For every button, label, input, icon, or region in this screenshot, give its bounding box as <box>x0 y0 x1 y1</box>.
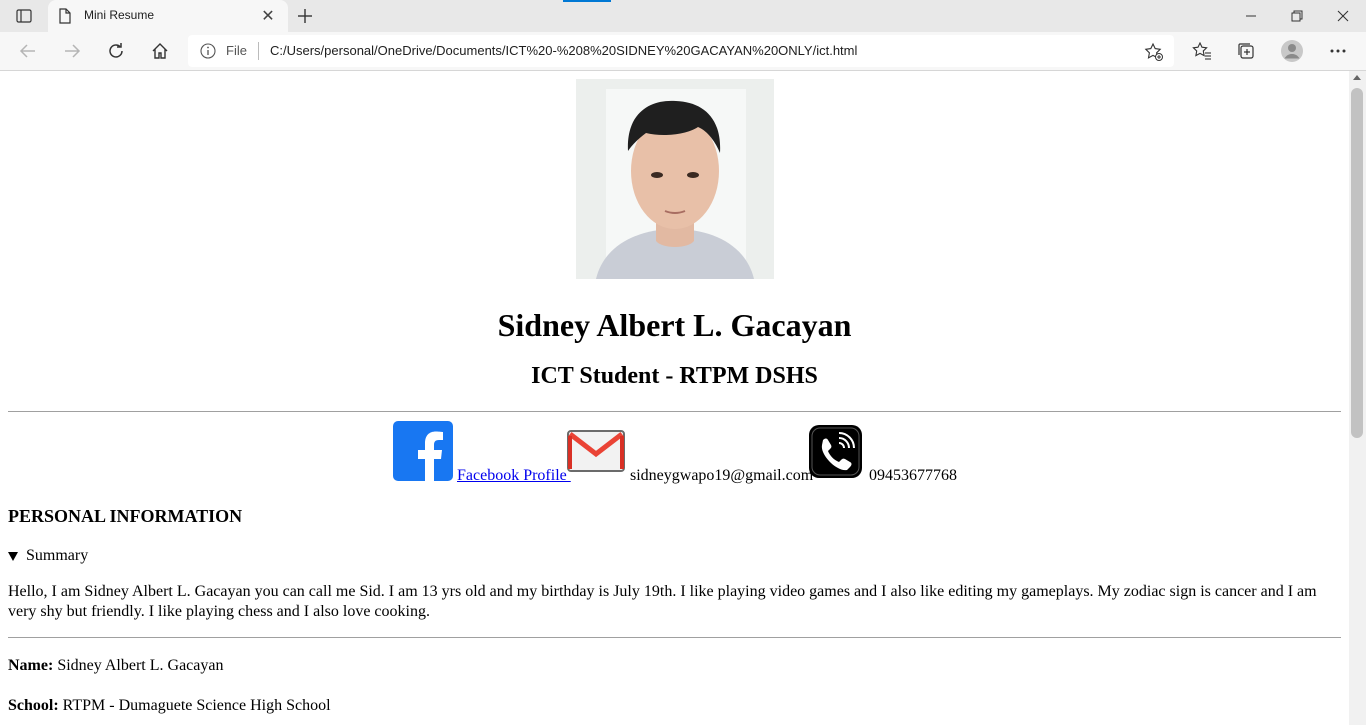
profile-avatar-icon[interactable] <box>1276 36 1308 66</box>
facebook-profile-link[interactable]: Facebook Profile <box>457 467 571 485</box>
tab-actions-icon[interactable] <box>10 5 38 27</box>
new-tab-icon[interactable] <box>294 5 316 27</box>
browser-toolbar: File C:/Users/personal/OneDrive/Document… <box>0 32 1366 71</box>
favorites-icon[interactable] <box>1186 36 1218 66</box>
address-separator <box>258 42 259 60</box>
detail-label: Name: <box>8 657 54 674</box>
window-close-icon[interactable] <box>1320 0 1366 32</box>
page-icon <box>58 8 74 24</box>
page-content: Sidney Albert L. Gacayan ICT Student - R… <box>0 71 1349 725</box>
address-file-label: File <box>226 43 247 58</box>
summary-label: Summary <box>26 547 89 564</box>
accent-strip <box>563 0 611 2</box>
profile-photo <box>576 79 774 279</box>
detail-value: RTPM - Dumaguete Science High School <box>58 697 331 714</box>
minimize-icon[interactable] <box>1228 0 1274 32</box>
forward-icon[interactable] <box>56 36 88 66</box>
scroll-thumb[interactable] <box>1351 88 1363 438</box>
vertical-scrollbar[interactable] <box>1349 71 1366 725</box>
scroll-up-arrow-icon[interactable] <box>1353 75 1361 80</box>
refresh-icon[interactable] <box>100 36 132 66</box>
restore-icon[interactable] <box>1274 0 1320 32</box>
address-bar[interactable]: File C:/Users/personal/OneDrive/Document… <box>188 35 1174 67</box>
detail-value: Sidney Albert L. Gacayan <box>53 657 224 674</box>
phone-icon <box>809 425 862 478</box>
home-icon[interactable] <box>144 36 176 66</box>
section-title: PERSONAL INFORMATION <box>8 506 243 526</box>
detail-label: School: <box>8 697 59 714</box>
resume-name: Sidney Albert L. Gacayan <box>497 307 852 343</box>
more-menu-icon[interactable] <box>1322 36 1354 66</box>
site-info-icon[interactable] <box>200 43 216 59</box>
tab-strip: Mini Resume ✕ <box>0 0 1366 32</box>
tab-title: Mini Resume <box>84 8 155 22</box>
detail-school-row: School: RTPM - Dumaguete Science High Sc… <box>8 697 331 715</box>
back-icon[interactable] <box>12 36 44 66</box>
resume-role: ICT Student - RTPM DSHS <box>531 363 818 389</box>
collections-icon[interactable] <box>1230 36 1262 66</box>
disclosure-triangle-icon <box>8 551 18 561</box>
divider <box>8 411 1341 412</box>
email-text: sidneygwapo19@gmail.com <box>630 467 814 484</box>
phone-text: 09453677768 <box>869 467 957 484</box>
facebook-icon[interactable] <box>393 421 453 481</box>
address-url[interactable]: C:/Users/personal/OneDrive/Documents/ICT… <box>270 43 857 58</box>
gmail-icon <box>567 430 625 472</box>
tab-mini-resume[interactable]: Mini Resume ✕ <box>48 0 288 32</box>
divider <box>8 637 1341 638</box>
detail-name-row: Name: Sidney Albert L. Gacayan <box>8 657 223 675</box>
tab-close-icon[interactable]: ✕ <box>258 6 278 26</box>
summary-toggle[interactable]: Summary <box>8 547 88 565</box>
add-favorite-icon[interactable] <box>1144 42 1164 62</box>
summary-paragraph: Hello, I am Sidney Albert L. Gacayan you… <box>8 583 1317 620</box>
